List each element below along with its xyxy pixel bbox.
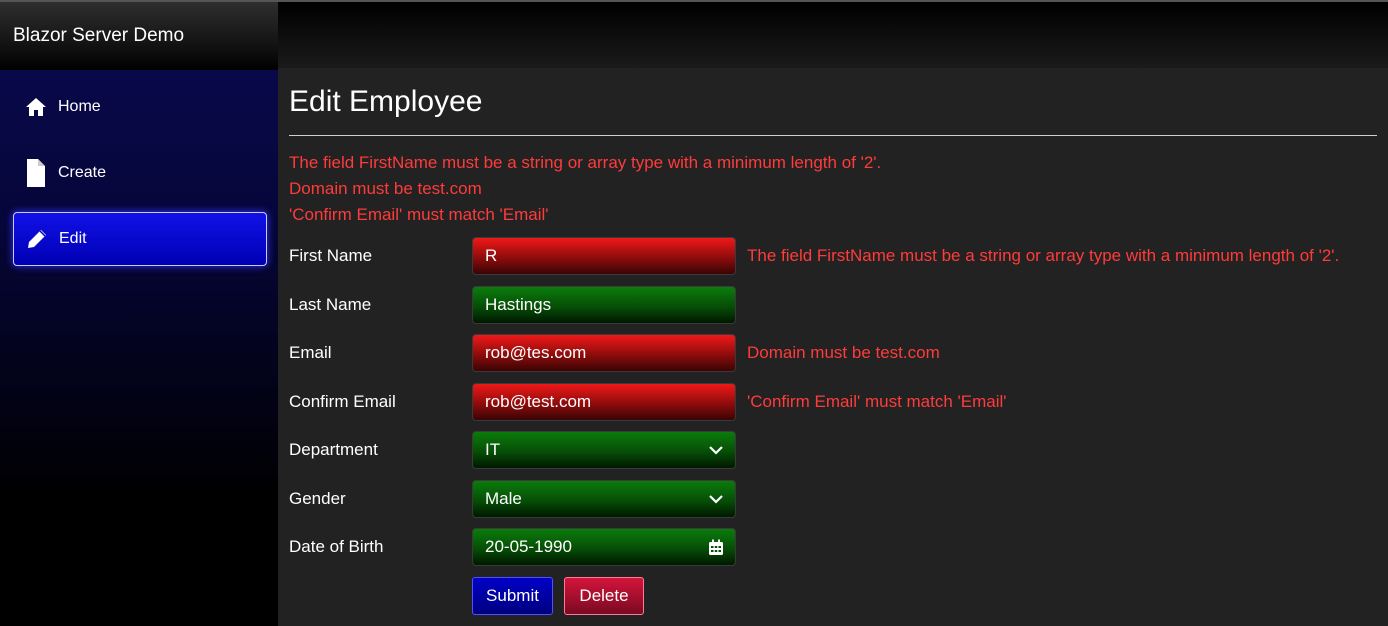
app-title[interactable]: Blazor Server Demo [13,25,184,47]
email-input[interactable]: rob@tes.com [472,334,736,372]
email-error: Domain must be test.com [747,343,940,362]
last-name-label: Last Name [289,295,372,314]
submit-button[interactable]: Submit [472,577,553,615]
chevron-down-icon [708,442,724,463]
actions-row: Submit Delete [289,577,1377,615]
sidebar: Blazor Server Demo Home Create Edit [0,0,278,626]
department-label: Department [289,440,378,459]
chevron-down-icon [708,491,724,512]
dob-input[interactable]: 20-05-1990 [472,528,736,566]
email-row: Email rob@tes.com Domain must be test.co… [289,334,1377,372]
last-name-value: Hastings [485,295,552,314]
delete-button[interactable]: Delete [564,577,644,615]
gender-row: Gender Male [289,480,1377,518]
calendar-icon[interactable] [708,539,724,561]
department-select[interactable]: IT [472,431,736,469]
validation-summary-item: Domain must be test.com [289,179,482,198]
top-bar [278,0,1388,68]
email-value: rob@tes.com [485,343,587,362]
first-name-value: R [485,246,498,265]
gender-select[interactable]: Male [472,480,736,518]
first-name-label: First Name [289,246,373,265]
validation-summary: The field FirstName must be a string or … [289,150,881,228]
confirm-email-row: Confirm Email rob@test.com 'Confirm Emai… [289,383,1377,421]
department-row: Department IT [289,431,1377,469]
gender-value: Male [485,489,522,508]
confirm-email-label: Confirm Email [289,392,396,411]
dob-row: Date of Birth 20-05-1990 [289,528,1377,566]
nav-item-label: Edit [59,230,87,247]
pencil-icon [25,227,49,251]
nav-item-create[interactable]: Create [13,146,267,200]
gender-label: Gender [289,489,346,508]
first-name-row: First Name R The field FirstName must be… [289,237,1377,275]
confirm-email-value: rob@test.com [485,392,592,411]
nav-item-label: Home [58,98,101,115]
validation-summary-item: The field FirstName must be a string or … [289,153,882,172]
last-name-row: Last Name Hastings [289,286,1377,324]
validation-summary-item: 'Confirm Email' must match 'Email' [289,205,549,224]
department-value: IT [485,440,501,459]
home-icon [24,95,48,119]
email-label: Email [289,343,332,362]
confirm-email-error: 'Confirm Email' must match 'Email' [747,392,1007,411]
divider [289,135,1377,136]
dob-label: Date of Birth [289,537,384,556]
dob-value: 20-05-1990 [485,537,572,556]
last-name-input[interactable]: Hastings [472,286,736,324]
nav-item-label: Create [58,164,107,181]
first-name-error: The field FirstName must be a string or … [747,246,1340,265]
confirm-email-input[interactable]: rob@test.com [472,383,736,421]
nav-item-edit[interactable]: Edit [13,212,267,266]
first-name-input[interactable]: R [472,237,736,275]
brand-bar: Blazor Server Demo [0,0,278,70]
nav-item-home[interactable]: Home [13,80,267,134]
file-icon [24,159,48,187]
page-title: Edit Employee [289,85,483,118]
